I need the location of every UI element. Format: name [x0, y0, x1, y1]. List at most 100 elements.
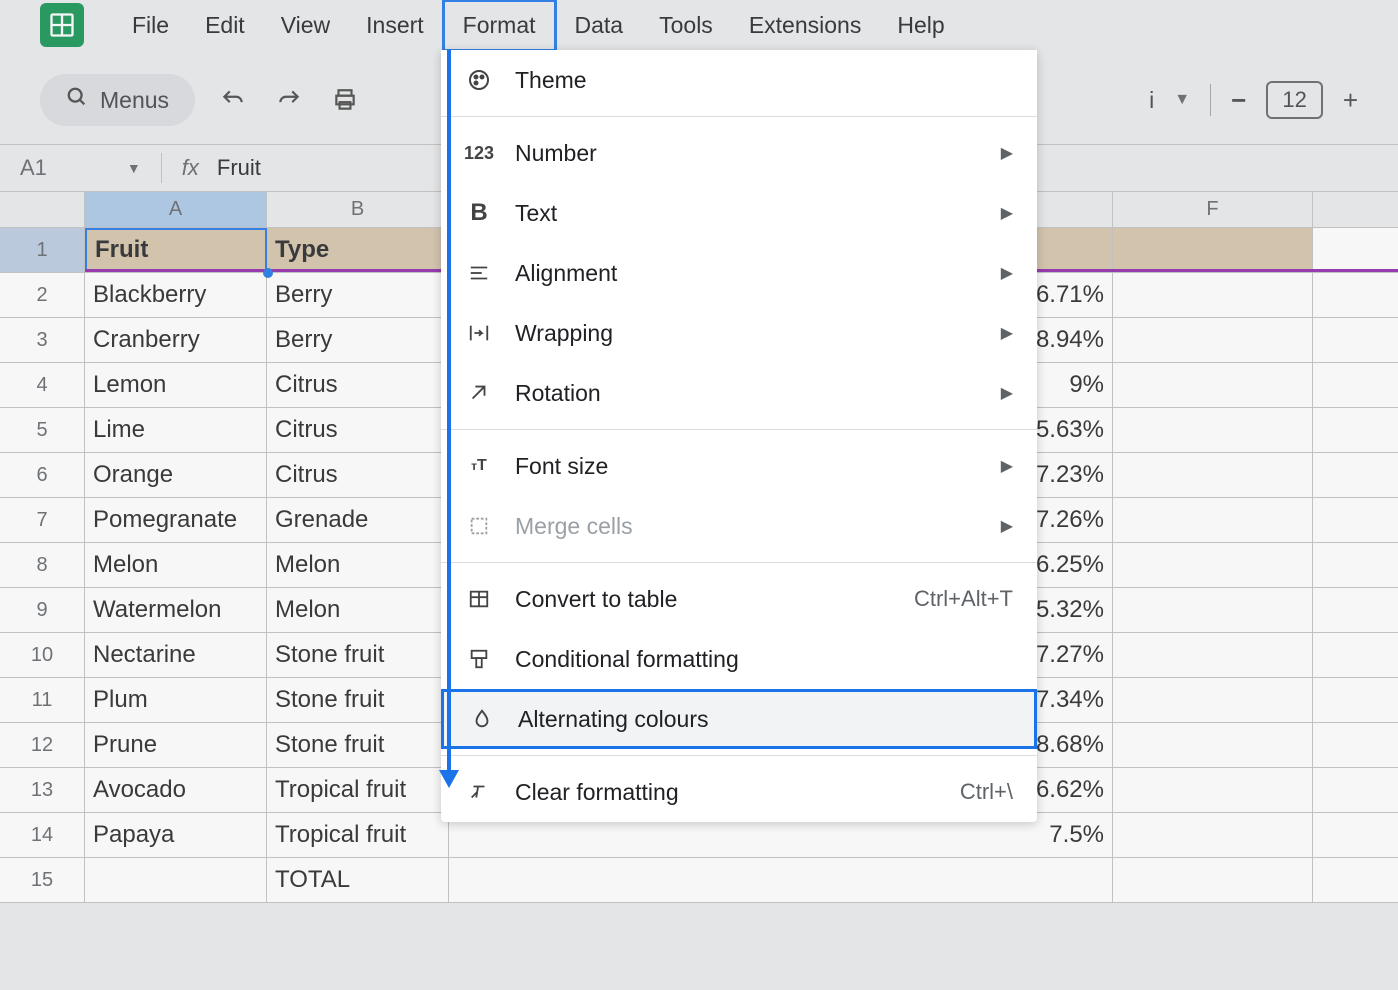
menu-clear-formatting[interactable]: Clear formatting Ctrl+\: [441, 762, 1037, 822]
row-number[interactable]: 7: [0, 498, 85, 542]
menu-conditional-formatting[interactable]: Conditional formatting: [441, 629, 1037, 689]
cell[interactable]: Nectarine: [85, 633, 267, 677]
cell[interactable]: [1113, 408, 1313, 452]
cell[interactable]: Stone fruit: [267, 633, 449, 677]
col-header-f[interactable]: F: [1113, 192, 1313, 227]
cell[interactable]: Tropical fruit: [267, 768, 449, 812]
menu-wrapping[interactable]: Wrapping ▶: [441, 303, 1037, 363]
formula-bar[interactable]: Fruit: [217, 155, 261, 181]
selection-handle[interactable]: [263, 268, 273, 278]
cell-b1[interactable]: Type: [267, 228, 449, 272]
cell[interactable]: Pomegranate: [85, 498, 267, 542]
select-all-corner[interactable]: [0, 192, 85, 227]
menu-theme[interactable]: Theme: [441, 50, 1037, 110]
menu-view[interactable]: View: [263, 2, 348, 49]
align-icon: [465, 259, 493, 287]
plus-icon[interactable]: +: [1343, 85, 1358, 116]
cell[interactable]: [1113, 543, 1313, 587]
print-icon[interactable]: [327, 82, 363, 118]
cell[interactable]: Citrus: [267, 408, 449, 452]
cell[interactable]: [1113, 363, 1313, 407]
chevron-down-icon[interactable]: ▼: [1174, 91, 1190, 109]
cell[interactable]: Berry: [267, 318, 449, 362]
menu-help[interactable]: Help: [879, 2, 962, 49]
cell[interactable]: Prune: [85, 723, 267, 767]
menu-alignment[interactable]: Alignment ▶: [441, 243, 1037, 303]
row-number[interactable]: 10: [0, 633, 85, 677]
cell[interactable]: Melon: [267, 543, 449, 587]
row-number[interactable]: 1: [0, 228, 85, 272]
menu-text[interactable]: B Text ▶: [441, 183, 1037, 243]
row-number[interactable]: 2: [0, 273, 85, 317]
cell[interactable]: [1113, 273, 1313, 317]
cell[interactable]: Cranberry: [85, 318, 267, 362]
menu-insert[interactable]: Insert: [348, 2, 442, 49]
menu-edit[interactable]: Edit: [187, 2, 263, 49]
cell[interactable]: Grenade: [267, 498, 449, 542]
cell[interactable]: Lemon: [85, 363, 267, 407]
menu-font-size[interactable]: тT Font size ▶: [441, 436, 1037, 496]
cell[interactable]: Lime: [85, 408, 267, 452]
cell[interactable]: [1113, 633, 1313, 677]
cell[interactable]: [1113, 498, 1313, 542]
cell[interactable]: [1113, 768, 1313, 812]
redo-icon[interactable]: [271, 82, 307, 118]
row-number[interactable]: 6: [0, 453, 85, 497]
cell[interactable]: Watermelon: [85, 588, 267, 632]
cell[interactable]: Papaya: [85, 813, 267, 857]
row-number[interactable]: 4: [0, 363, 85, 407]
cell[interactable]: Stone fruit: [267, 723, 449, 767]
cell[interactable]: [1113, 453, 1313, 497]
row-number[interactable]: 5: [0, 408, 85, 452]
name-box[interactable]: A1: [20, 155, 127, 181]
menu-extensions[interactable]: Extensions: [731, 2, 880, 49]
menu-data[interactable]: Data: [557, 2, 642, 49]
chevron-down-icon[interactable]: ▼: [127, 160, 141, 176]
menu-number[interactable]: 123 Number ▶: [441, 123, 1037, 183]
col-header-b[interactable]: B: [267, 192, 449, 227]
row-number[interactable]: 11: [0, 678, 85, 722]
cell-f1[interactable]: [1113, 228, 1313, 272]
row-number[interactable]: 13: [0, 768, 85, 812]
minus-icon[interactable]: −: [1231, 85, 1246, 116]
undo-icon[interactable]: [215, 82, 251, 118]
cell[interactable]: Melon: [267, 588, 449, 632]
cell[interactable]: Tropical fruit: [267, 813, 449, 857]
row-number[interactable]: 14: [0, 813, 85, 857]
cell[interactable]: TOTAL: [267, 858, 449, 902]
menus-button[interactable]: Menus: [40, 74, 195, 126]
cell[interactable]: [1113, 318, 1313, 362]
cell-a1[interactable]: Fruit: [85, 228, 267, 272]
cell[interactable]: [449, 858, 1113, 902]
table-row: 15 TOTAL: [0, 858, 1398, 903]
col-header-a[interactable]: A: [85, 192, 267, 227]
cell[interactable]: Blackberry: [85, 273, 267, 317]
cell[interactable]: [1113, 678, 1313, 722]
cell[interactable]: Melon: [85, 543, 267, 587]
cell[interactable]: [1113, 813, 1313, 857]
menu-format[interactable]: Format: [442, 0, 557, 52]
sheets-logo-icon[interactable]: [40, 3, 84, 47]
menu-file[interactable]: File: [114, 2, 187, 49]
cell[interactable]: Orange: [85, 453, 267, 497]
cell[interactable]: [85, 858, 267, 902]
cell[interactable]: Plum: [85, 678, 267, 722]
cell[interactable]: Citrus: [267, 453, 449, 497]
menu-tools[interactable]: Tools: [641, 2, 731, 49]
row-number[interactable]: 8: [0, 543, 85, 587]
row-number[interactable]: 3: [0, 318, 85, 362]
row-number[interactable]: 9: [0, 588, 85, 632]
menu-rotation[interactable]: Rotation ▶: [441, 363, 1037, 423]
cell[interactable]: [1113, 858, 1313, 902]
cell[interactable]: [1113, 723, 1313, 767]
row-number[interactable]: 12: [0, 723, 85, 767]
menu-convert-table[interactable]: Convert to table Ctrl+Alt+T: [441, 569, 1037, 629]
menu-alternating-colours[interactable]: Alternating colours: [441, 689, 1037, 749]
cell[interactable]: Avocado: [85, 768, 267, 812]
font-size-input[interactable]: 12: [1266, 81, 1322, 119]
row-number[interactable]: 15: [0, 858, 85, 902]
cell[interactable]: Berry: [267, 273, 449, 317]
cell[interactable]: Citrus: [267, 363, 449, 407]
cell[interactable]: [1113, 588, 1313, 632]
cell[interactable]: Stone fruit: [267, 678, 449, 722]
